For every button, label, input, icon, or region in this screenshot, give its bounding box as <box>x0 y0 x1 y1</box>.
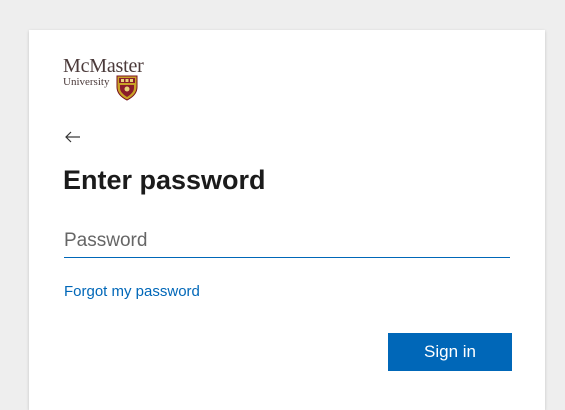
mcmaster-logo: McMaster University <box>63 55 153 105</box>
page-title: Enter password <box>63 165 266 195</box>
sign-in-card: McMaster University Enter password Forgo… <box>29 30 545 410</box>
sign-in-button[interactable]: Sign in <box>388 333 512 371</box>
university-crest-icon <box>116 75 138 101</box>
password-input[interactable] <box>64 225 510 258</box>
arrow-left-icon <box>65 131 80 143</box>
logo-subtitle: University <box>63 76 110 88</box>
back-button[interactable] <box>64 129 86 145</box>
forgot-password-link[interactable]: Forgot my password <box>64 283 200 300</box>
